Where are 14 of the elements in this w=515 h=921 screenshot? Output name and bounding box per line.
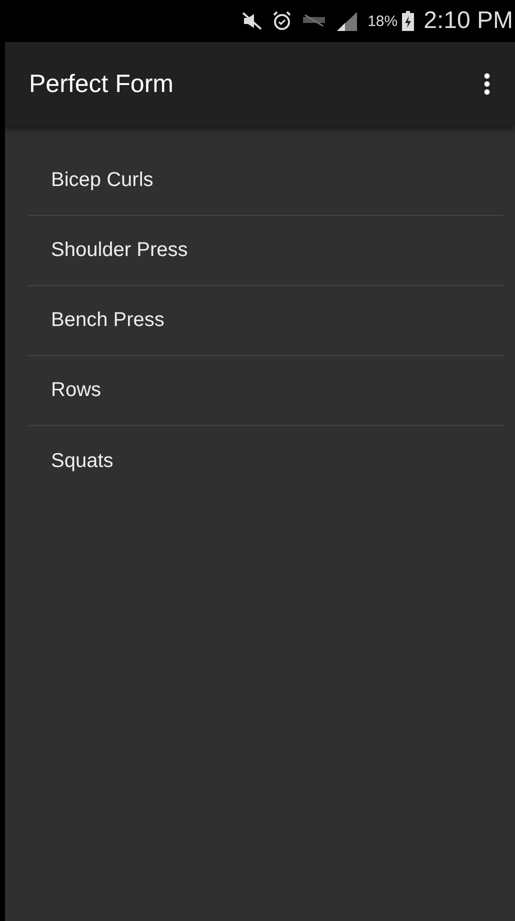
battery-icon: [402, 11, 414, 31]
signal-icon: [336, 11, 358, 31]
exercise-item[interactable]: Squats: [51, 450, 114, 472]
exercise-item[interactable]: Shoulder Press: [51, 239, 188, 262]
app-title: Perfect Form: [29, 70, 174, 98]
alarm-icon: [272, 11, 292, 31]
exercise-item[interactable]: Bench Press: [51, 309, 164, 332]
clock-time: 2:10 PM: [424, 7, 513, 35]
battery-percentage: 18%: [368, 12, 398, 30]
mute-icon: [242, 12, 262, 30]
network-off-icon: [302, 14, 326, 28]
overflow-menu-icon[interactable]: [483, 72, 491, 96]
exercise-item[interactable]: Bicep Curls: [51, 169, 154, 192]
exercise-item[interactable]: Rows: [51, 379, 102, 402]
